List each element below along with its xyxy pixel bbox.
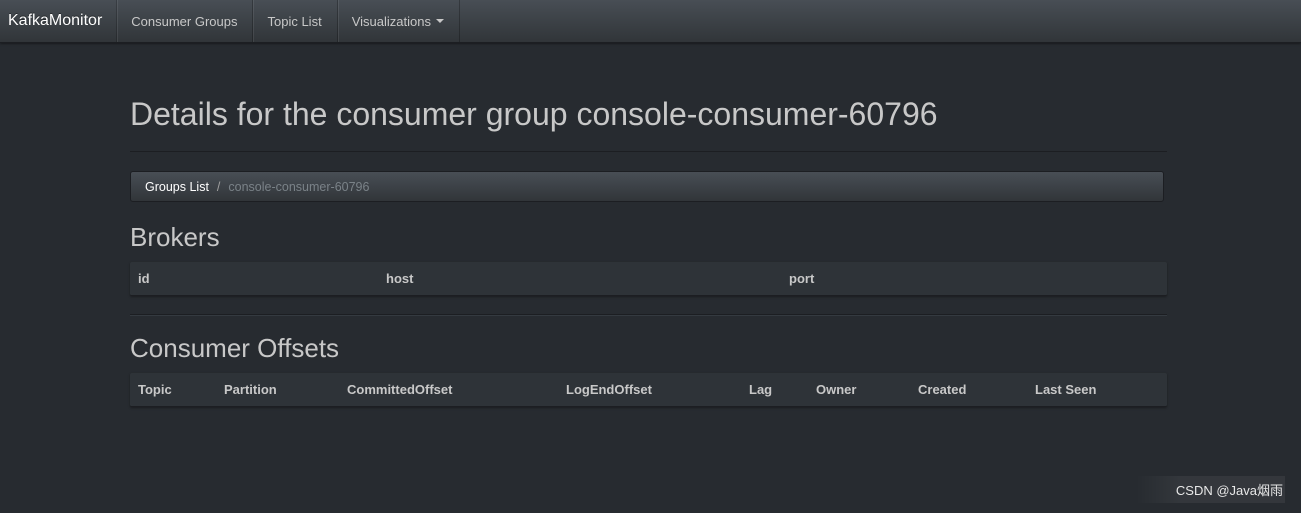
page-title: Details for the consumer group console-c… [130,96,938,132]
nav-consumer-groups[interactable]: Consumer Groups [117,0,254,42]
section-divider [130,314,1167,316]
nav-visualizations-dropdown[interactable]: Visualizations [337,0,460,42]
nav-consumer-groups-label: Consumer Groups [131,13,238,29]
offsets-col-created[interactable]: Created [918,373,966,406]
offsets-col-topic[interactable]: Topic [138,373,172,406]
nav-visualizations-label: Visualizations [351,13,431,29]
breadcrumb-groups-list-link[interactable]: Groups List [145,180,209,194]
offsets-col-owner[interactable]: Owner [816,373,856,406]
breadcrumb: Groups List / console-consumer-60796 [130,171,1164,202]
csdn-watermark: CSDN @Java烟雨 [1135,476,1285,503]
caret-down-icon [435,19,444,23]
brand-logo[interactable]: KafkaMonitor [0,0,118,42]
offsets-col-committed-offset[interactable]: CommittedOffset [347,373,452,406]
brokers-col-host[interactable]: host [386,262,413,295]
page-header: Details for the consumer group console-c… [130,94,1167,152]
consumer-offsets-heading: Consumer Offsets [130,333,340,363]
nav-topic-list[interactable]: Topic List [253,0,338,42]
brokers-heading: Brokers [130,222,220,252]
offsets-col-partition[interactable]: Partition [224,373,277,406]
breadcrumb-separator: / [216,179,221,194]
offsets-table-header: Topic Partition CommittedOffset LogEndOf… [130,373,1167,407]
offsets-col-log-end-offset[interactable]: LogEndOffset [566,373,652,406]
top-navbar: KafkaMonitor Consumer Groups Topic List … [0,0,1301,43]
nav-topic-list-label: Topic List [267,13,322,29]
brokers-table-header: id host port [130,262,1167,296]
brokers-col-id[interactable]: id [138,262,150,295]
breadcrumb-current-group: console-consumer-60796 [228,179,370,194]
offsets-col-lag[interactable]: Lag [749,373,772,406]
offsets-col-last-seen[interactable]: Last Seen [1035,373,1096,406]
brokers-col-port[interactable]: port [789,262,814,295]
